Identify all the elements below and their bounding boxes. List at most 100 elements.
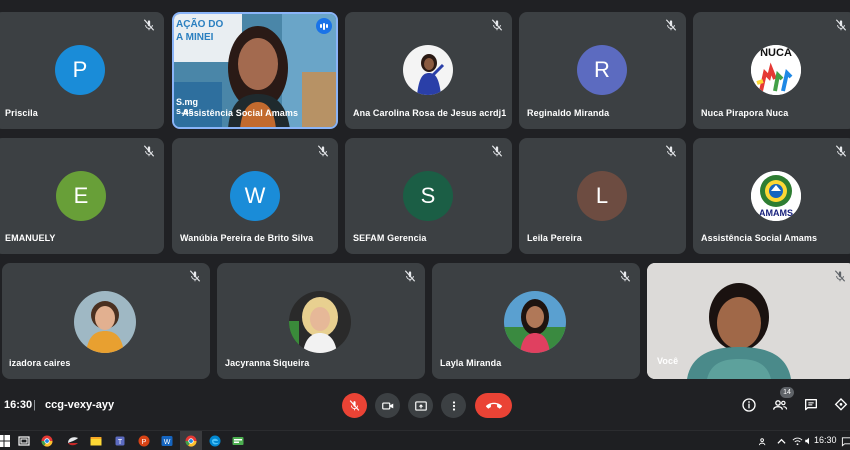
- participant-tile-amams[interactable]: AMAMS Assistência Social Amams: [693, 138, 850, 254]
- mic-off-icon: [317, 145, 329, 157]
- people-button[interactable]: [770, 395, 790, 415]
- edge-icon[interactable]: [208, 434, 222, 448]
- taskbar-clock[interactable]: 16:30: [814, 435, 837, 445]
- meeting-info-button[interactable]: [739, 395, 759, 415]
- speaking-indicator-icon: [316, 18, 332, 34]
- participant-name: Assistência Social Amams: [182, 108, 299, 118]
- meeting-time: 16:30: [4, 399, 33, 411]
- participant-name: SEFAM Gerencia: [353, 233, 427, 243]
- mic-off-icon: [491, 19, 503, 31]
- participant-name: izadora caires: [9, 358, 71, 368]
- chrome-active-icon[interactable]: [184, 434, 198, 448]
- avatar-sefam: S: [403, 171, 453, 221]
- avatar-leila: L: [577, 171, 627, 221]
- participant-tile-emanuely[interactable]: E EMANUELY: [0, 138, 164, 254]
- avatar-photo-ana-carolina: [403, 45, 453, 95]
- activities-button[interactable]: [831, 395, 850, 415]
- mic-off-icon: [349, 400, 360, 411]
- avatar-photo-izadora: [74, 291, 136, 353]
- mic-off-icon: [835, 19, 847, 31]
- participant-name: Jacyranna Siqueira: [225, 358, 310, 368]
- participant-count-badge: 14: [780, 387, 794, 398]
- participant-name: Reginaldo Miranda: [527, 108, 610, 118]
- avatar-wanubia: W: [230, 171, 280, 221]
- chat-button[interactable]: [801, 395, 821, 415]
- chrome-icon[interactable]: [40, 434, 54, 448]
- tray-people-icon[interactable]: [756, 434, 770, 448]
- mic-off-icon: [665, 145, 677, 157]
- nuca-logo: NUCA: [751, 45, 801, 95]
- windows-taskbar: T P W 16:30: [0, 430, 850, 450]
- mic-off-icon: [834, 270, 846, 282]
- people-icon: [773, 400, 788, 410]
- participant-name: Assistência Social Amams: [701, 233, 818, 243]
- windows-start-icon[interactable]: [0, 434, 11, 448]
- info-icon: [742, 398, 756, 412]
- svg-text:W: W: [164, 439, 171, 446]
- meeting-controls-bar: 16:30 | ccg-vexy-ayy: [0, 386, 850, 428]
- video-sign-text: AÇÃO DO A MINEI: [176, 19, 224, 43]
- powerpoint-icon[interactable]: P: [137, 434, 151, 448]
- app-icon-2[interactable]: [231, 434, 245, 448]
- avatar-emanuely: E: [56, 171, 106, 221]
- participant-tile-priscila[interactable]: P Priscila: [0, 12, 164, 129]
- meet-window: P Priscila AÇÃO DO A MINEI S.mg s.as Ass…: [0, 0, 850, 450]
- camera-icon: [381, 402, 393, 409]
- participant-tile-ana-carolina[interactable]: Ana Carolina Rosa de Jesus acrdj1: [345, 12, 512, 129]
- participant-tile-layla[interactable]: Layla Miranda: [432, 263, 640, 379]
- avatar-reginaldo: R: [577, 45, 627, 95]
- more-vert-icon: [452, 400, 455, 411]
- amams-logo: AMAMS: [751, 171, 801, 221]
- participant-tile-self[interactable]: Você: [647, 263, 850, 379]
- participant-tile-jacyranna[interactable]: Jacyranna Siqueira: [217, 263, 425, 379]
- avatar-photo-layla: [504, 291, 566, 353]
- mic-off-icon: [404, 270, 416, 282]
- avatar-photo-jacyranna: [289, 291, 351, 353]
- participant-tile-leila[interactable]: L Leila Pereira: [519, 138, 686, 254]
- toggle-camera-button[interactable]: [375, 393, 400, 418]
- participant-name: EMANUELY: [5, 233, 56, 243]
- notification-icon[interactable]: [839, 434, 850, 448]
- app-icon-1[interactable]: [66, 434, 80, 448]
- amams-logo-text: AMAMS: [759, 208, 793, 218]
- participant-name: Nuca Pirapora Nuca: [701, 108, 789, 118]
- participant-tile-izadora[interactable]: izadora caires: [2, 263, 210, 379]
- word-icon[interactable]: W: [160, 434, 174, 448]
- mic-off-icon: [189, 270, 201, 282]
- svg-text:P: P: [142, 439, 147, 446]
- end-call-button[interactable]: [475, 393, 512, 418]
- participant-tile-sefam[interactable]: S SEFAM Gerencia: [345, 138, 512, 254]
- file-explorer-icon[interactable]: [89, 434, 103, 448]
- avatar-priscila: P: [55, 45, 105, 95]
- phone-hangup-icon: [485, 402, 502, 409]
- participant-name: Layla Miranda: [440, 358, 502, 368]
- more-options-button[interactable]: [441, 393, 466, 418]
- nuca-logo-text: NUCA: [760, 47, 792, 59]
- present-screen-icon: [414, 400, 427, 411]
- toggle-mic-button[interactable]: [342, 393, 367, 418]
- participant-tile-reginaldo[interactable]: R Reginaldo Miranda: [519, 12, 686, 129]
- participant-name: Wanúbia Pereira de Brito Silva: [180, 233, 314, 243]
- mic-off-icon: [665, 19, 677, 31]
- mic-off-icon: [491, 145, 503, 157]
- mic-off-icon: [835, 145, 847, 157]
- participant-name: Leila Pereira: [527, 233, 582, 243]
- participant-tile-wanubia[interactable]: W Wanúbia Pereira de Brito Silva: [172, 138, 338, 254]
- participant-name: Ana Carolina Rosa de Jesus acrdj1: [353, 108, 507, 118]
- separator: |: [33, 399, 36, 411]
- participant-tile-assistencia-video[interactable]: AÇÃO DO A MINEI S.mg s.as Assistência So…: [172, 12, 338, 129]
- task-view-icon[interactable]: [17, 434, 31, 448]
- participant-tile-nuca[interactable]: NUCA Nuca Pirapora Nuca: [693, 12, 850, 129]
- tray-chevron-up-icon[interactable]: [774, 434, 788, 448]
- participant-name: Priscila: [5, 108, 38, 118]
- activities-icon: [834, 398, 848, 411]
- teams-icon[interactable]: T: [114, 434, 128, 448]
- present-screen-button[interactable]: [408, 393, 433, 418]
- meeting-code: ccg-vexy-ayy: [45, 399, 115, 411]
- mic-off-icon: [619, 270, 631, 282]
- participant-name: Você: [657, 356, 679, 366]
- mic-off-icon: [143, 145, 155, 157]
- svg-text:T: T: [118, 439, 123, 446]
- mic-off-icon: [143, 19, 155, 31]
- chat-icon: [805, 399, 817, 411]
